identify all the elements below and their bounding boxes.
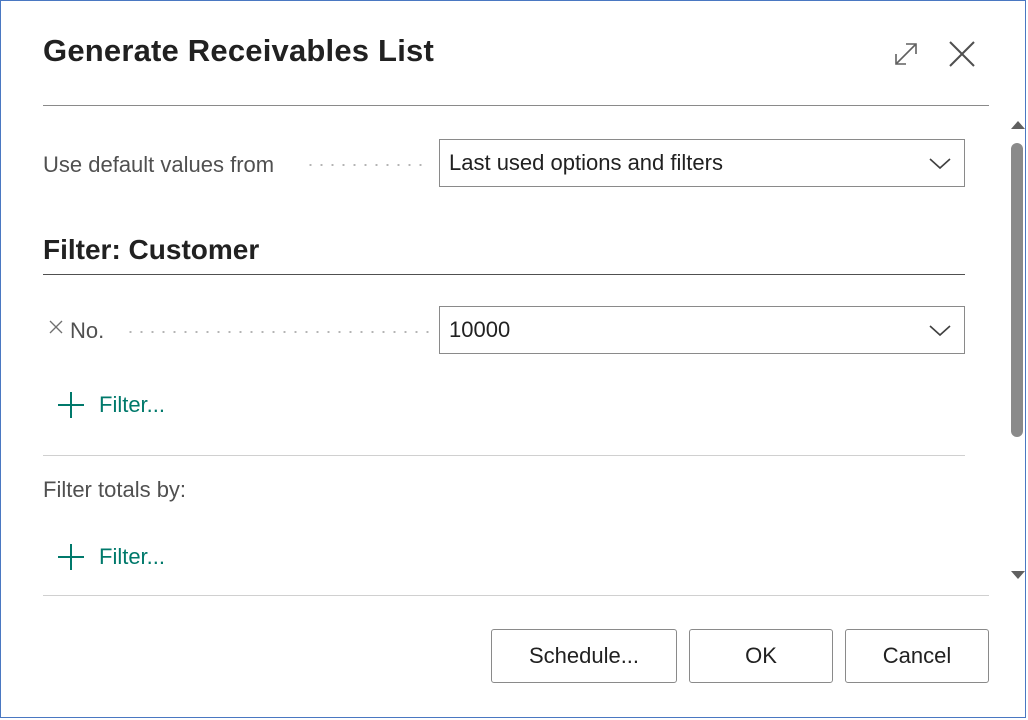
scroll-down-arrow-icon[interactable] — [1011, 571, 1025, 579]
close-icon — [949, 41, 975, 67]
default-values-select[interactable]: Last used options and filters — [439, 139, 965, 187]
section-divider — [43, 274, 965, 275]
scroll-up-arrow-icon[interactable] — [1011, 121, 1025, 129]
section-divider — [43, 455, 965, 456]
add-customer-filter-button[interactable]: Filter... — [57, 391, 165, 419]
schedule-button[interactable]: Schedule... — [491, 629, 677, 683]
cancel-button[interactable]: Cancel — [845, 629, 989, 683]
customer-no-value: 10000 — [449, 317, 511, 342]
close-button[interactable] — [943, 35, 981, 73]
plus-icon — [58, 544, 84, 570]
dotted-leader — [125, 331, 429, 333]
title-divider — [43, 105, 989, 106]
footer-divider — [43, 595, 989, 596]
customer-no-select[interactable]: 10000 — [439, 306, 965, 354]
expand-icon — [895, 43, 917, 65]
scroll-thumb[interactable] — [1011, 143, 1023, 437]
add-filter-label: Filter... — [99, 544, 166, 569]
chevron-down-icon — [929, 325, 951, 337]
expand-button[interactable] — [889, 37, 923, 71]
dotted-leader — [305, 164, 429, 166]
chevron-down-icon — [929, 158, 951, 170]
remove-filter-icon[interactable] — [49, 320, 63, 334]
dialog-content: Use default values from Last used option… — [1, 107, 1028, 597]
filter-totals-label: Filter totals by: — [43, 477, 187, 502]
no-filter-label: No. — [70, 318, 105, 343]
add-filter-label: Filter... — [99, 392, 166, 417]
add-totals-filter-button[interactable]: Filter... — [57, 543, 165, 571]
vertical-scrollbar[interactable] — [1007, 113, 1027, 593]
generate-receivables-dialog: Generate Receivables List Use default va… — [0, 0, 1026, 718]
dialog-title: Generate Receivables List — [43, 33, 434, 68]
ok-button[interactable]: OK — [689, 629, 833, 683]
filter-customer-title: Filter: Customer — [43, 234, 260, 265]
default-values-value: Last used options and filters — [449, 150, 723, 175]
default-values-label: Use default values from — [43, 152, 275, 177]
plus-icon — [58, 392, 84, 418]
